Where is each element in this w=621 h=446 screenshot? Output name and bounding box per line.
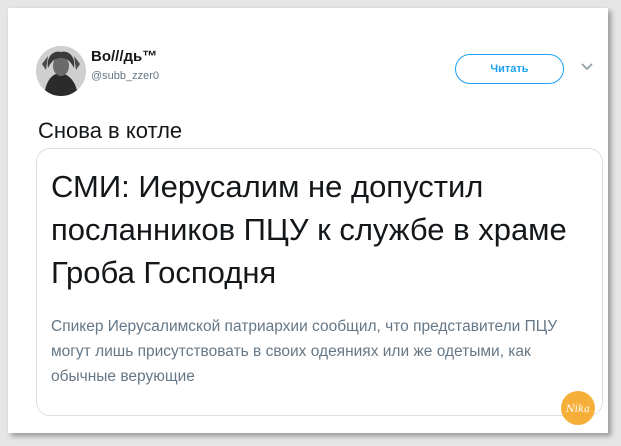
chevron-down-icon[interactable] — [580, 62, 594, 72]
link-headline: СМИ: Иерусалим не допустил посланников П… — [51, 169, 567, 290]
follow-button[interactable]: Читать — [455, 54, 564, 84]
link-summary: Спикер Иерусалимской патриархии сообщил,… — [51, 318, 558, 385]
avatar[interactable] — [36, 46, 86, 96]
avatar-image — [36, 46, 86, 96]
link-preview-card[interactable]: СМИ: Иерусалим не допустил посланников П… — [36, 148, 603, 416]
tweet-text: Снова в котле — [38, 118, 183, 143]
display-name[interactable]: Во///дь™ — [91, 48, 157, 65]
watermark-logo: Nika — [561, 391, 595, 425]
user-handle[interactable]: @subb_zzer0 — [91, 70, 159, 82]
svg-text:Nika: Nika — [565, 404, 590, 415]
tweet-card: Во///дь™ @subb_zzer0 Читать Снова в котл… — [8, 8, 608, 433]
